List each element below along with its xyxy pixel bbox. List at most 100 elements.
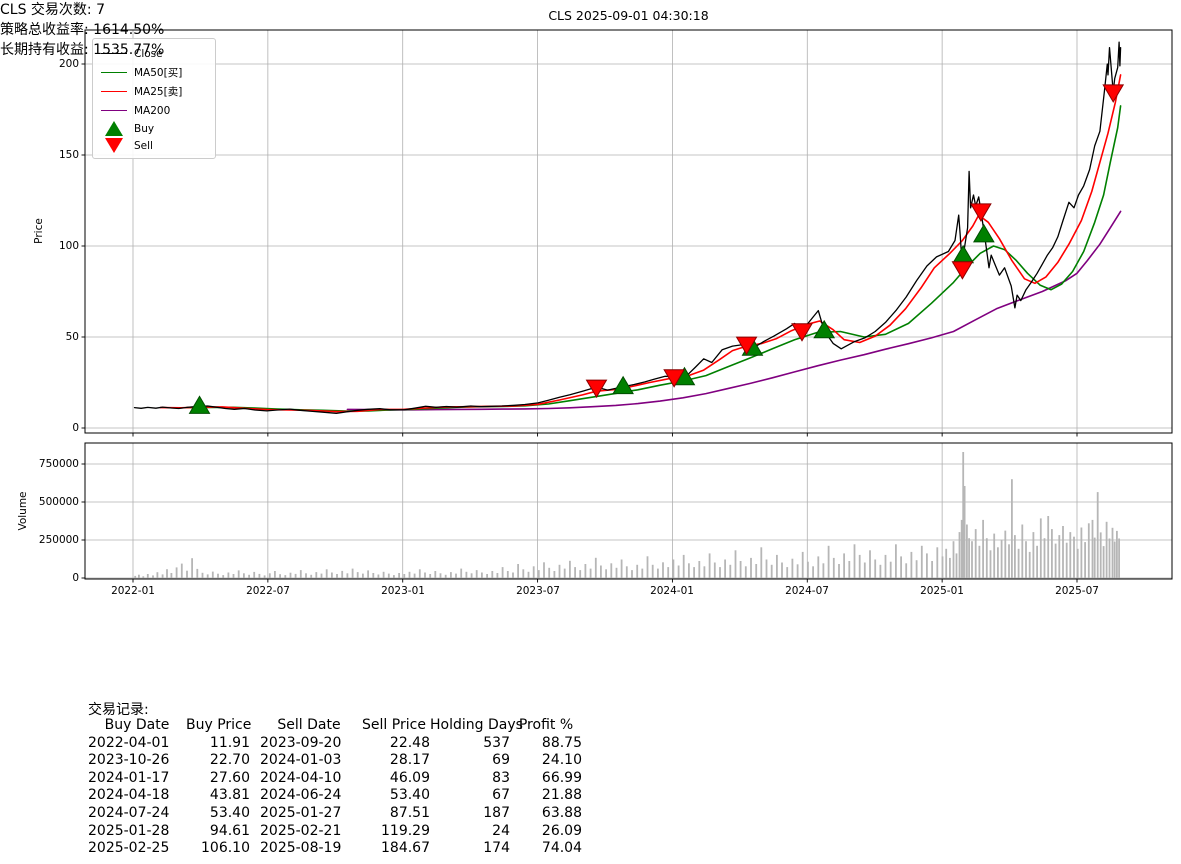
legend-label: MA50[买] (134, 65, 182, 80)
volume-bar (885, 555, 887, 578)
volume-bar (797, 564, 799, 578)
volume-bar (735, 550, 737, 578)
volume-bar (678, 566, 680, 579)
volume-bar (434, 571, 436, 578)
volume-bar (393, 575, 395, 578)
x-tick-label: 2022-01 (103, 584, 163, 598)
trade-row: 2024-07-2453.402025-01-2787.5118763.88 (88, 805, 582, 823)
legend-label: MA25[卖] (134, 84, 182, 99)
trade-cell: 2024-01-03 (250, 752, 358, 768)
volume-bar (450, 572, 452, 578)
volume-bar (750, 558, 752, 578)
volume-bar (838, 564, 840, 578)
volume-bar (315, 572, 317, 578)
volume-bar (196, 569, 198, 578)
volume-bar (993, 534, 995, 578)
volume-bar (147, 574, 149, 578)
volume-bar (990, 550, 992, 578)
trade-cell: 24.10 (510, 752, 582, 768)
trade-cell: 53.40 (186, 805, 250, 821)
volume-bar (186, 571, 188, 578)
close-line (135, 42, 1121, 413)
volume-bar (228, 573, 230, 579)
volume-bar (548, 568, 550, 578)
volume-bar (181, 564, 183, 578)
trade-cell: 2023-09-20 (250, 735, 358, 751)
trade-cell: 2023-10-26 (88, 752, 186, 768)
volume-bar (817, 556, 819, 578)
volume-bar (982, 520, 984, 578)
volume-bar (621, 560, 623, 579)
volume-bar (956, 553, 958, 578)
volume-bar (486, 574, 488, 578)
x-tick-label: 2023-07 (508, 584, 568, 598)
volume-bar (1092, 520, 1094, 578)
volume-bar (760, 547, 762, 578)
volume-bar (512, 573, 514, 579)
volume-bar (600, 566, 602, 579)
volume-bar (828, 546, 830, 578)
volume-bar (207, 574, 209, 578)
figure: CLS 2025-09-01 04:30:18 Price Volume Clo… (0, 0, 1181, 864)
volume-bar (522, 569, 524, 578)
legend-entry-ma200: MA200 (101, 101, 207, 120)
price-tick-label: 100 (35, 239, 79, 253)
volume-bar (1036, 546, 1038, 578)
volume-bar (693, 567, 695, 578)
volume-bar (253, 572, 255, 578)
volume-bar (290, 573, 292, 578)
volume-bar (631, 570, 633, 578)
trade-cell: 2022-04-01 (88, 735, 186, 751)
volume-bar (1058, 535, 1060, 578)
price-plot-border (85, 30, 1172, 433)
volume-bar (331, 573, 333, 579)
volume-bar (1112, 528, 1114, 578)
volume-bar (295, 574, 297, 578)
volume-bar (848, 561, 850, 578)
trade-row: 2022-04-0111.912023-09-2022.4853788.75 (88, 735, 582, 753)
volume-bar (362, 574, 364, 578)
volume-bar (1014, 535, 1016, 578)
volume-bar (321, 574, 323, 578)
volume-bar (719, 567, 721, 578)
volume-bar (911, 552, 913, 578)
volume-bar (1073, 537, 1075, 578)
x-tick-label: 2024-01 (642, 584, 702, 598)
trade-table: Buy DateBuy PriceSell DateSell PriceHold… (88, 717, 582, 858)
trade-cell: 83 (430, 770, 510, 786)
trade-cell: 26.09 (510, 823, 582, 839)
volume-bar (259, 574, 261, 578)
volume-bar (1103, 546, 1105, 578)
volume-tick-label: 750000 (35, 457, 79, 471)
volume-bar (610, 563, 612, 578)
sell-marker (971, 204, 991, 221)
volume-bar (1100, 532, 1102, 578)
ma25-line (160, 75, 1120, 412)
trade-cell: 2025-08-19 (250, 840, 358, 856)
trade-row: 2024-04-1843.812024-06-2453.406721.88 (88, 787, 582, 805)
volume-bar (1051, 529, 1053, 578)
volume-bar (1047, 516, 1049, 578)
volume-bar (1021, 525, 1023, 579)
volume-bar (460, 569, 462, 578)
volume-bar (869, 550, 871, 578)
volume-bar (968, 538, 970, 578)
volume-bar (662, 562, 664, 578)
volume-bar (372, 573, 374, 578)
volume-bar (971, 541, 973, 578)
volume-bar (1116, 531, 1118, 578)
volume-bar (217, 574, 219, 578)
volume-bar (880, 565, 882, 578)
volume-bar (843, 553, 845, 578)
volume-bar (953, 541, 955, 578)
volume-bar (1081, 528, 1083, 579)
volume-bar (491, 571, 493, 578)
volume-bar (792, 559, 794, 578)
trade-row: 2025-02-25106.102025-08-19184.6717474.04 (88, 840, 582, 858)
volume-bar (1114, 542, 1116, 579)
trade-cell: 11.91 (186, 735, 250, 751)
volume-bar (590, 569, 592, 578)
strategy-return-text: 策略总收益率: 1614.50% (0, 20, 164, 40)
trade-cell: 2024-01-17 (88, 770, 186, 786)
sell-triangle-icon (105, 138, 123, 153)
